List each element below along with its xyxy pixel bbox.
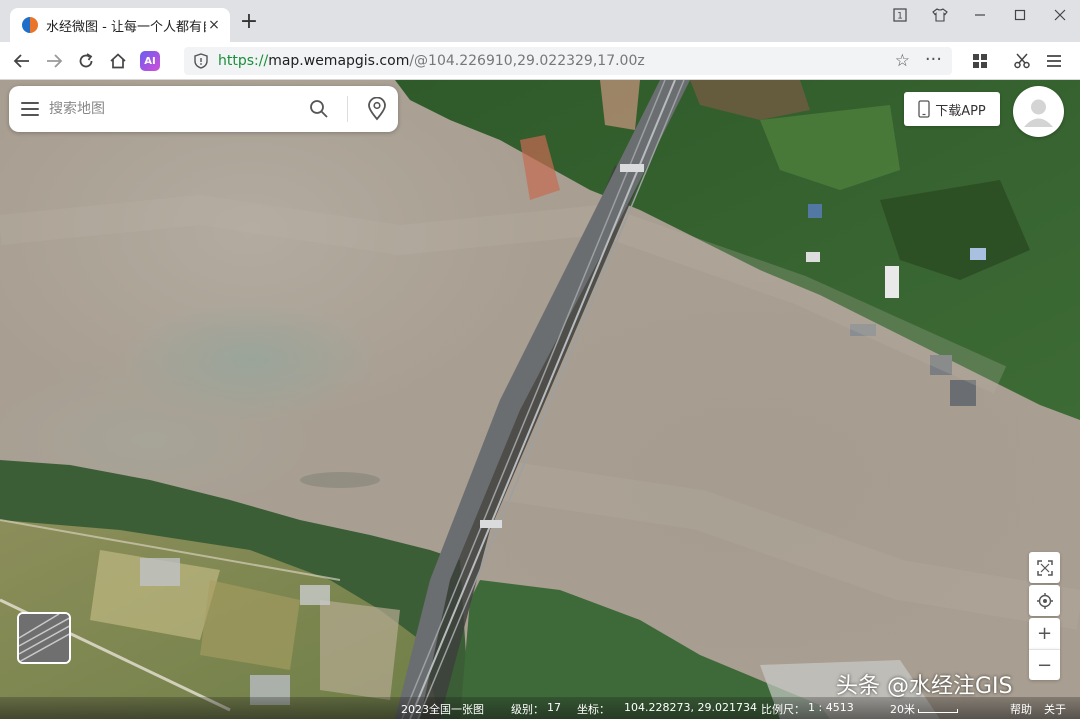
close-window-icon[interactable] bbox=[1040, 0, 1080, 30]
apps-grid-button[interactable] bbox=[970, 51, 990, 71]
locate-crosshair-icon bbox=[1036, 592, 1053, 609]
map-search-bar bbox=[9, 86, 398, 132]
reload-icon bbox=[79, 53, 93, 68]
search-divider bbox=[347, 96, 348, 122]
expand-icon bbox=[1036, 559, 1053, 576]
maximize-icon[interactable] bbox=[1000, 0, 1040, 30]
grid-icon bbox=[973, 54, 987, 68]
locate-me-button[interactable] bbox=[1029, 585, 1060, 616]
search-icon[interactable] bbox=[309, 99, 329, 123]
shirt-icon[interactable] bbox=[920, 0, 960, 30]
map-search-input[interactable] bbox=[49, 101, 289, 117]
address-bar[interactable]: https:// map.wemapgis.com /@104.226910,2… bbox=[184, 47, 952, 75]
zoom-level-label: 级别： bbox=[511, 703, 544, 716]
url-protocol: https:// bbox=[218, 53, 269, 69]
url-path: /@104.226910,29.022329,17.00z bbox=[409, 53, 645, 69]
back-arrow-icon bbox=[13, 54, 29, 68]
back-button[interactable] bbox=[12, 51, 32, 71]
layer-switch-thumbnail[interactable] bbox=[17, 612, 71, 664]
zoom-in-button[interactable]: + bbox=[1029, 618, 1060, 649]
zoom-out-button[interactable]: − bbox=[1029, 649, 1060, 680]
browser-menu-button[interactable] bbox=[1044, 51, 1064, 71]
window-controls: 1 bbox=[880, 0, 1080, 30]
coordinate-value: 104.228273, 29.021734 bbox=[624, 701, 757, 714]
minimize-icon[interactable] bbox=[960, 0, 1000, 30]
help-link[interactable]: 帮助 bbox=[1010, 701, 1032, 717]
tab-count-icon[interactable]: 1 bbox=[880, 0, 920, 30]
scale-label: 比例尺： bbox=[761, 703, 805, 716]
site-favicon-icon bbox=[22, 17, 38, 33]
title-bar: 水经微图 - 让每一个人都有自 × + 1 bbox=[0, 0, 1080, 42]
coordinate-label: 坐标： bbox=[577, 703, 610, 716]
fullscreen-button[interactable] bbox=[1029, 552, 1060, 583]
url-host: map.wemapgis.com bbox=[268, 53, 410, 69]
layer-thumbnail-icon bbox=[19, 614, 69, 662]
about-link[interactable]: 关于 bbox=[1044, 701, 1066, 717]
tab-close-icon[interactable]: × bbox=[206, 17, 222, 33]
shield-icon bbox=[194, 53, 208, 69]
more-dots-icon[interactable]: ··· bbox=[925, 49, 942, 70]
download-app-label: 下载APP bbox=[935, 103, 986, 119]
map-status-bar: 2023全国一张图 级别： 17 坐标： 104.228273, 29.0217… bbox=[0, 697, 1080, 719]
satellite-imagery bbox=[0, 80, 1080, 719]
map-menu-icon[interactable] bbox=[21, 102, 39, 116]
tab-title: 水经微图 - 让每一个人都有自 bbox=[46, 19, 206, 35]
navigation-bar: AI https:// map.wemapgis.com /@104.22691… bbox=[0, 42, 1080, 80]
scale-bar-label: 20米 bbox=[890, 703, 915, 716]
forward-arrow-icon bbox=[47, 54, 63, 68]
download-app-button[interactable]: 下载APP bbox=[904, 92, 1000, 126]
reload-button[interactable] bbox=[76, 51, 96, 71]
browser-tab[interactable]: 水经微图 - 让每一个人都有自 × bbox=[10, 8, 230, 42]
scissors-icon bbox=[1014, 53, 1030, 69]
phone-icon bbox=[918, 100, 930, 118]
ai-assistant-button[interactable]: AI bbox=[140, 51, 160, 71]
forward-button[interactable] bbox=[44, 51, 64, 71]
scale-bar bbox=[918, 709, 958, 713]
scale-value: 1 : 4513 bbox=[808, 701, 854, 714]
scissors-button[interactable] bbox=[1012, 51, 1032, 71]
watermark: 头条 @水经注GIS bbox=[836, 674, 1013, 699]
location-pin-icon[interactable] bbox=[367, 96, 387, 125]
home-icon bbox=[110, 53, 126, 69]
hamburger-icon bbox=[1047, 55, 1061, 67]
home-button[interactable] bbox=[108, 51, 128, 71]
new-tab-button[interactable]: + bbox=[238, 11, 260, 34]
satellite-map[interactable] bbox=[0, 80, 1080, 719]
svg-text:1: 1 bbox=[897, 12, 903, 22]
user-avatar-icon bbox=[1024, 99, 1053, 127]
bookmark-star-icon[interactable]: ☆ bbox=[895, 51, 910, 71]
user-avatar[interactable] bbox=[1013, 86, 1064, 137]
imagery-source: 2023全国一张图 bbox=[401, 703, 484, 716]
zoom-level-value: 17 bbox=[547, 701, 561, 714]
